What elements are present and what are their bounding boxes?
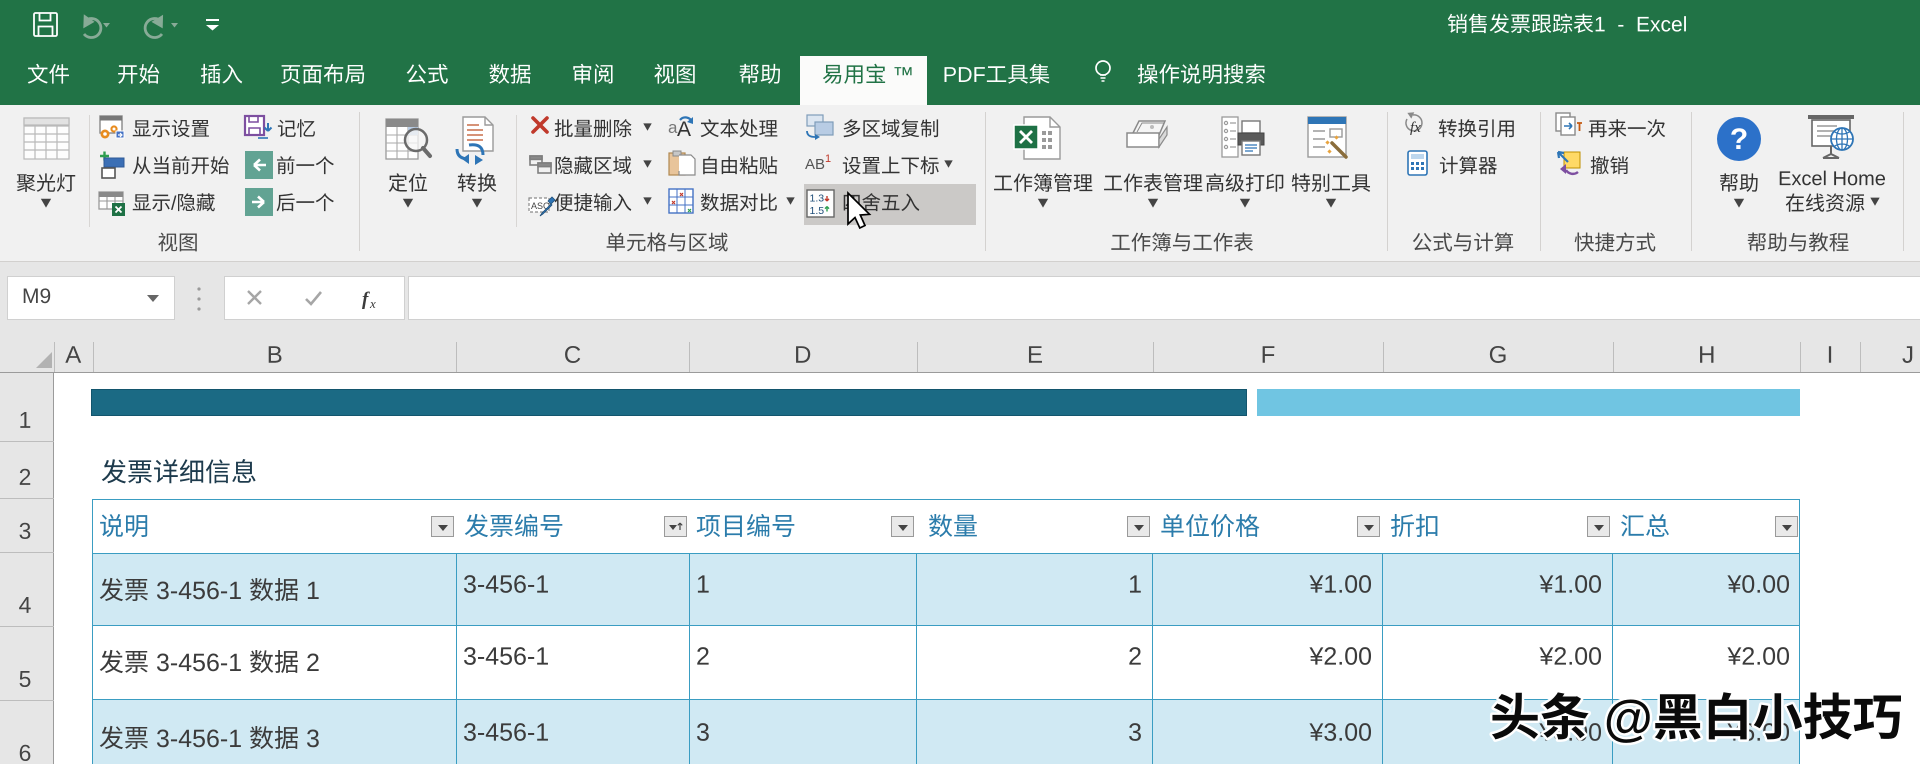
svg-text:1.5: 1.5 [810, 205, 825, 217]
svg-text:fx: fx [1410, 120, 1421, 136]
svg-text:AB: AB [805, 156, 825, 173]
svg-text:?: ? [1730, 123, 1748, 156]
svg-text:1: 1 [825, 153, 831, 165]
svg-text:f: f [362, 289, 370, 310]
svg-text:x: x [369, 296, 376, 311]
svg-text:1.3: 1.3 [810, 193, 825, 205]
